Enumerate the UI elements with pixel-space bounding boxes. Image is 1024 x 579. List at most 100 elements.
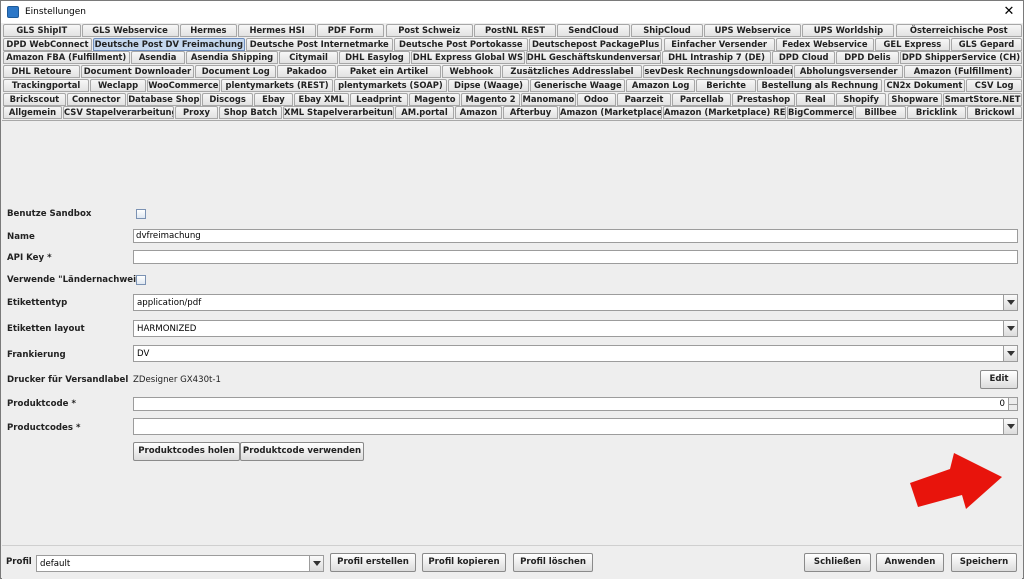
profil-loeschen-button[interactable]: Profil löschen: [513, 553, 593, 572]
tab-afterbuy[interactable]: Afterbuy: [503, 106, 558, 120]
tab-dpd-webconnect[interactable]: DPD WebConnect: [3, 37, 92, 51]
chevron-down-icon[interactable]: [1003, 346, 1017, 361]
tab-document-log[interactable]: Document Log: [195, 65, 277, 79]
tab-amazon-marketplace[interactable]: Amazon (Marketplace): [559, 106, 662, 120]
tab-bestellung-als-rechnung[interactable]: Bestellung als Rechnung: [757, 78, 883, 92]
tab-plentymarkets-rest[interactable]: plentymarkets (REST): [220, 78, 334, 92]
tab-prestashop[interactable]: Prestashop: [732, 92, 795, 106]
tab-real[interactable]: Real: [795, 92, 835, 106]
tab-österreichische-post[interactable]: Österreichische Post: [895, 24, 1022, 37]
tab-weclapp[interactable]: Weclapp: [90, 78, 146, 92]
tab-paarzeit[interactable]: Paarzeit: [616, 92, 672, 106]
laendernachweis-checkbox[interactable]: [136, 275, 146, 285]
tab-ebay[interactable]: Ebay: [254, 92, 293, 106]
tab-shopware[interactable]: Shopware: [887, 92, 943, 106]
tab-proxy[interactable]: Proxy: [175, 106, 218, 120]
tab-dpd-delis[interactable]: DPD Delis: [836, 51, 899, 65]
tab-bigcommerce[interactable]: BigCommerce: [787, 106, 854, 120]
chevron-down-icon[interactable]: [1003, 419, 1017, 434]
edit-printer-button[interactable]: Edit: [980, 370, 1018, 389]
tab-dhl-intraship-7-de[interactable]: DHL Intraship 7 (DE): [661, 51, 772, 65]
produktcodes-holen-button[interactable]: Produktcodes holen: [133, 442, 240, 461]
tab-asendia[interactable]: Asendia: [130, 51, 185, 65]
tab-amazon[interactable]: Amazon: [455, 106, 502, 120]
tab-deutsche-post-portokasse[interactable]: Deutsche Post Portokasse: [393, 37, 528, 51]
tab-trackingportal[interactable]: Trackingportal: [3, 78, 90, 92]
productcodes-select[interactable]: [133, 418, 1018, 435]
schliessen-button[interactable]: Schließen: [804, 553, 871, 572]
tab-amazon-log[interactable]: Amazon Log: [626, 78, 695, 92]
produktcode-spinner[interactable]: 0: [133, 397, 1018, 411]
tab-manomano[interactable]: Manomano: [521, 92, 576, 106]
tab-dhl-express-global-ws[interactable]: DHL Express Global WS: [411, 51, 525, 65]
tab-shopify[interactable]: Shopify: [835, 92, 887, 106]
api-key-input[interactable]: [133, 250, 1018, 264]
tab-gls-webservice[interactable]: GLS Webservice: [81, 24, 179, 37]
tab-hermes[interactable]: Hermes: [179, 24, 238, 37]
tab-einfacher-versender[interactable]: Einfacher Versender: [663, 37, 775, 51]
tab-dpd-cloud[interactable]: DPD Cloud: [772, 51, 836, 65]
chevron-down-icon[interactable]: [1003, 295, 1017, 310]
tab-deutsche-post-internetmarke[interactable]: Deutsche Post Internetmarke: [245, 37, 393, 51]
tab-abholungsversender[interactable]: Abholungsversender: [794, 65, 904, 79]
frankierung-select[interactable]: DV: [133, 345, 1018, 362]
tab-connector[interactable]: Connector: [66, 92, 126, 106]
tab-generische-waage[interactable]: Generische Waage: [530, 78, 626, 92]
tab-discogs[interactable]: Discogs: [202, 92, 253, 106]
tab-gls-shipit[interactable]: GLS ShipIT: [3, 24, 81, 37]
chevron-down-icon[interactable]: [309, 556, 323, 571]
tab-csv-stapelverarbeitung[interactable]: CSV Stapelverarbeitung: [63, 106, 174, 120]
tab-magento[interactable]: Magento: [409, 92, 461, 106]
tab-leadprint[interactable]: Leadprint: [349, 92, 409, 106]
tab-sendcloud[interactable]: SendCloud: [557, 24, 630, 37]
tab-hermes-hsi[interactable]: Hermes HSI: [238, 24, 316, 37]
tab-postnl-rest[interactable]: PostNL REST: [473, 24, 557, 37]
tab-dipse-waage[interactable]: Dipse (Waage): [447, 78, 530, 92]
profil-erstellen-button[interactable]: Profil erstellen: [330, 553, 416, 572]
tab-gel-express[interactable]: GEL Express: [874, 37, 951, 51]
profil-select[interactable]: default: [36, 555, 324, 572]
tab-ups-webservice[interactable]: UPS Webservice: [704, 24, 802, 37]
tab-smartstore-net[interactable]: SmartStore.NET: [943, 92, 1022, 106]
tab-plentymarkets-soap[interactable]: plentymarkets (SOAP): [334, 78, 447, 92]
sandbox-checkbox[interactable]: [136, 209, 146, 219]
tab-amazon-fulfillment[interactable]: Amazon (Fulfillment): [904, 65, 1022, 79]
spinner-down-icon[interactable]: [1008, 404, 1017, 410]
tab-deutschepost-packageplus[interactable]: Deutschepost PackagePlus: [528, 37, 663, 51]
anwenden-button[interactable]: Anwenden: [876, 553, 944, 572]
tab-xml-stapelverarbeitung[interactable]: XML Stapelverarbeitung: [283, 106, 394, 120]
name-input[interactable]: dvfreimachung: [133, 229, 1018, 243]
tab-amazon-fba-fulfillment[interactable]: Amazon FBA (Fulfillment): [3, 51, 130, 65]
tab-cn2x-dokument[interactable]: CN2x Dokument: [883, 78, 966, 92]
tab-parcellab[interactable]: Parcellab: [672, 92, 732, 106]
tab-database-shop[interactable]: Database Shop: [126, 92, 202, 106]
tab-citymail[interactable]: Citymail: [279, 51, 338, 65]
tab-csv-log[interactable]: CSV Log: [966, 78, 1022, 92]
tab-allgemein[interactable]: Allgemein: [3, 106, 62, 120]
tab-ups-worldship[interactable]: UPS Worldship: [802, 24, 895, 37]
tab-magento-2[interactable]: Magento 2: [461, 92, 520, 106]
tab-bricklink[interactable]: Bricklink: [907, 106, 966, 120]
tab-odoo[interactable]: Odoo: [576, 92, 616, 106]
tab-dhl-retoure[interactable]: DHL Retoure: [3, 65, 80, 79]
tab-brickowl[interactable]: Brickowl: [967, 106, 1022, 120]
tab-sevdesk-rechnungsdownloader[interactable]: sevDesk Rechnungsdownloader: [643, 65, 794, 79]
tab-paket-ein-artikel[interactable]: Paket ein Artikel: [336, 65, 442, 79]
chevron-down-icon[interactable]: [1003, 321, 1017, 336]
etiketten-layout-select[interactable]: HARMONIZED: [133, 320, 1018, 337]
tab-am-portal[interactable]: AM.portal: [395, 106, 454, 120]
tab-pdf-form[interactable]: PDF Form: [316, 24, 385, 37]
tab-deutsche-post-dv-freimachung[interactable]: Deutsche Post DV Freimachung: [92, 37, 245, 51]
tab-berichte[interactable]: Berichte: [696, 78, 757, 92]
tab-gls-gepard[interactable]: GLS Gepard: [951, 37, 1022, 51]
tab-shop-batch[interactable]: Shop Batch: [219, 106, 282, 120]
tab-asendia-shipping[interactable]: Asendia Shipping: [185, 51, 279, 65]
etikettentyp-select[interactable]: application/pdf: [133, 294, 1018, 311]
tab-dhl-geschäftskundenversand[interactable]: DHL Geschäftskundenversand: [525, 51, 661, 65]
tab-document-downloader[interactable]: Document Downloader: [80, 65, 195, 79]
tab-shipcloud[interactable]: ShipCloud: [630, 24, 704, 37]
profil-kopieren-button[interactable]: Profil kopieren: [422, 553, 506, 572]
tab-woocommerce[interactable]: WooCommerce: [146, 78, 220, 92]
tab-dpd-shipperservice-ch[interactable]: DPD ShipperService (CH): [899, 51, 1023, 65]
close-icon[interactable]: ✕: [1001, 4, 1017, 20]
